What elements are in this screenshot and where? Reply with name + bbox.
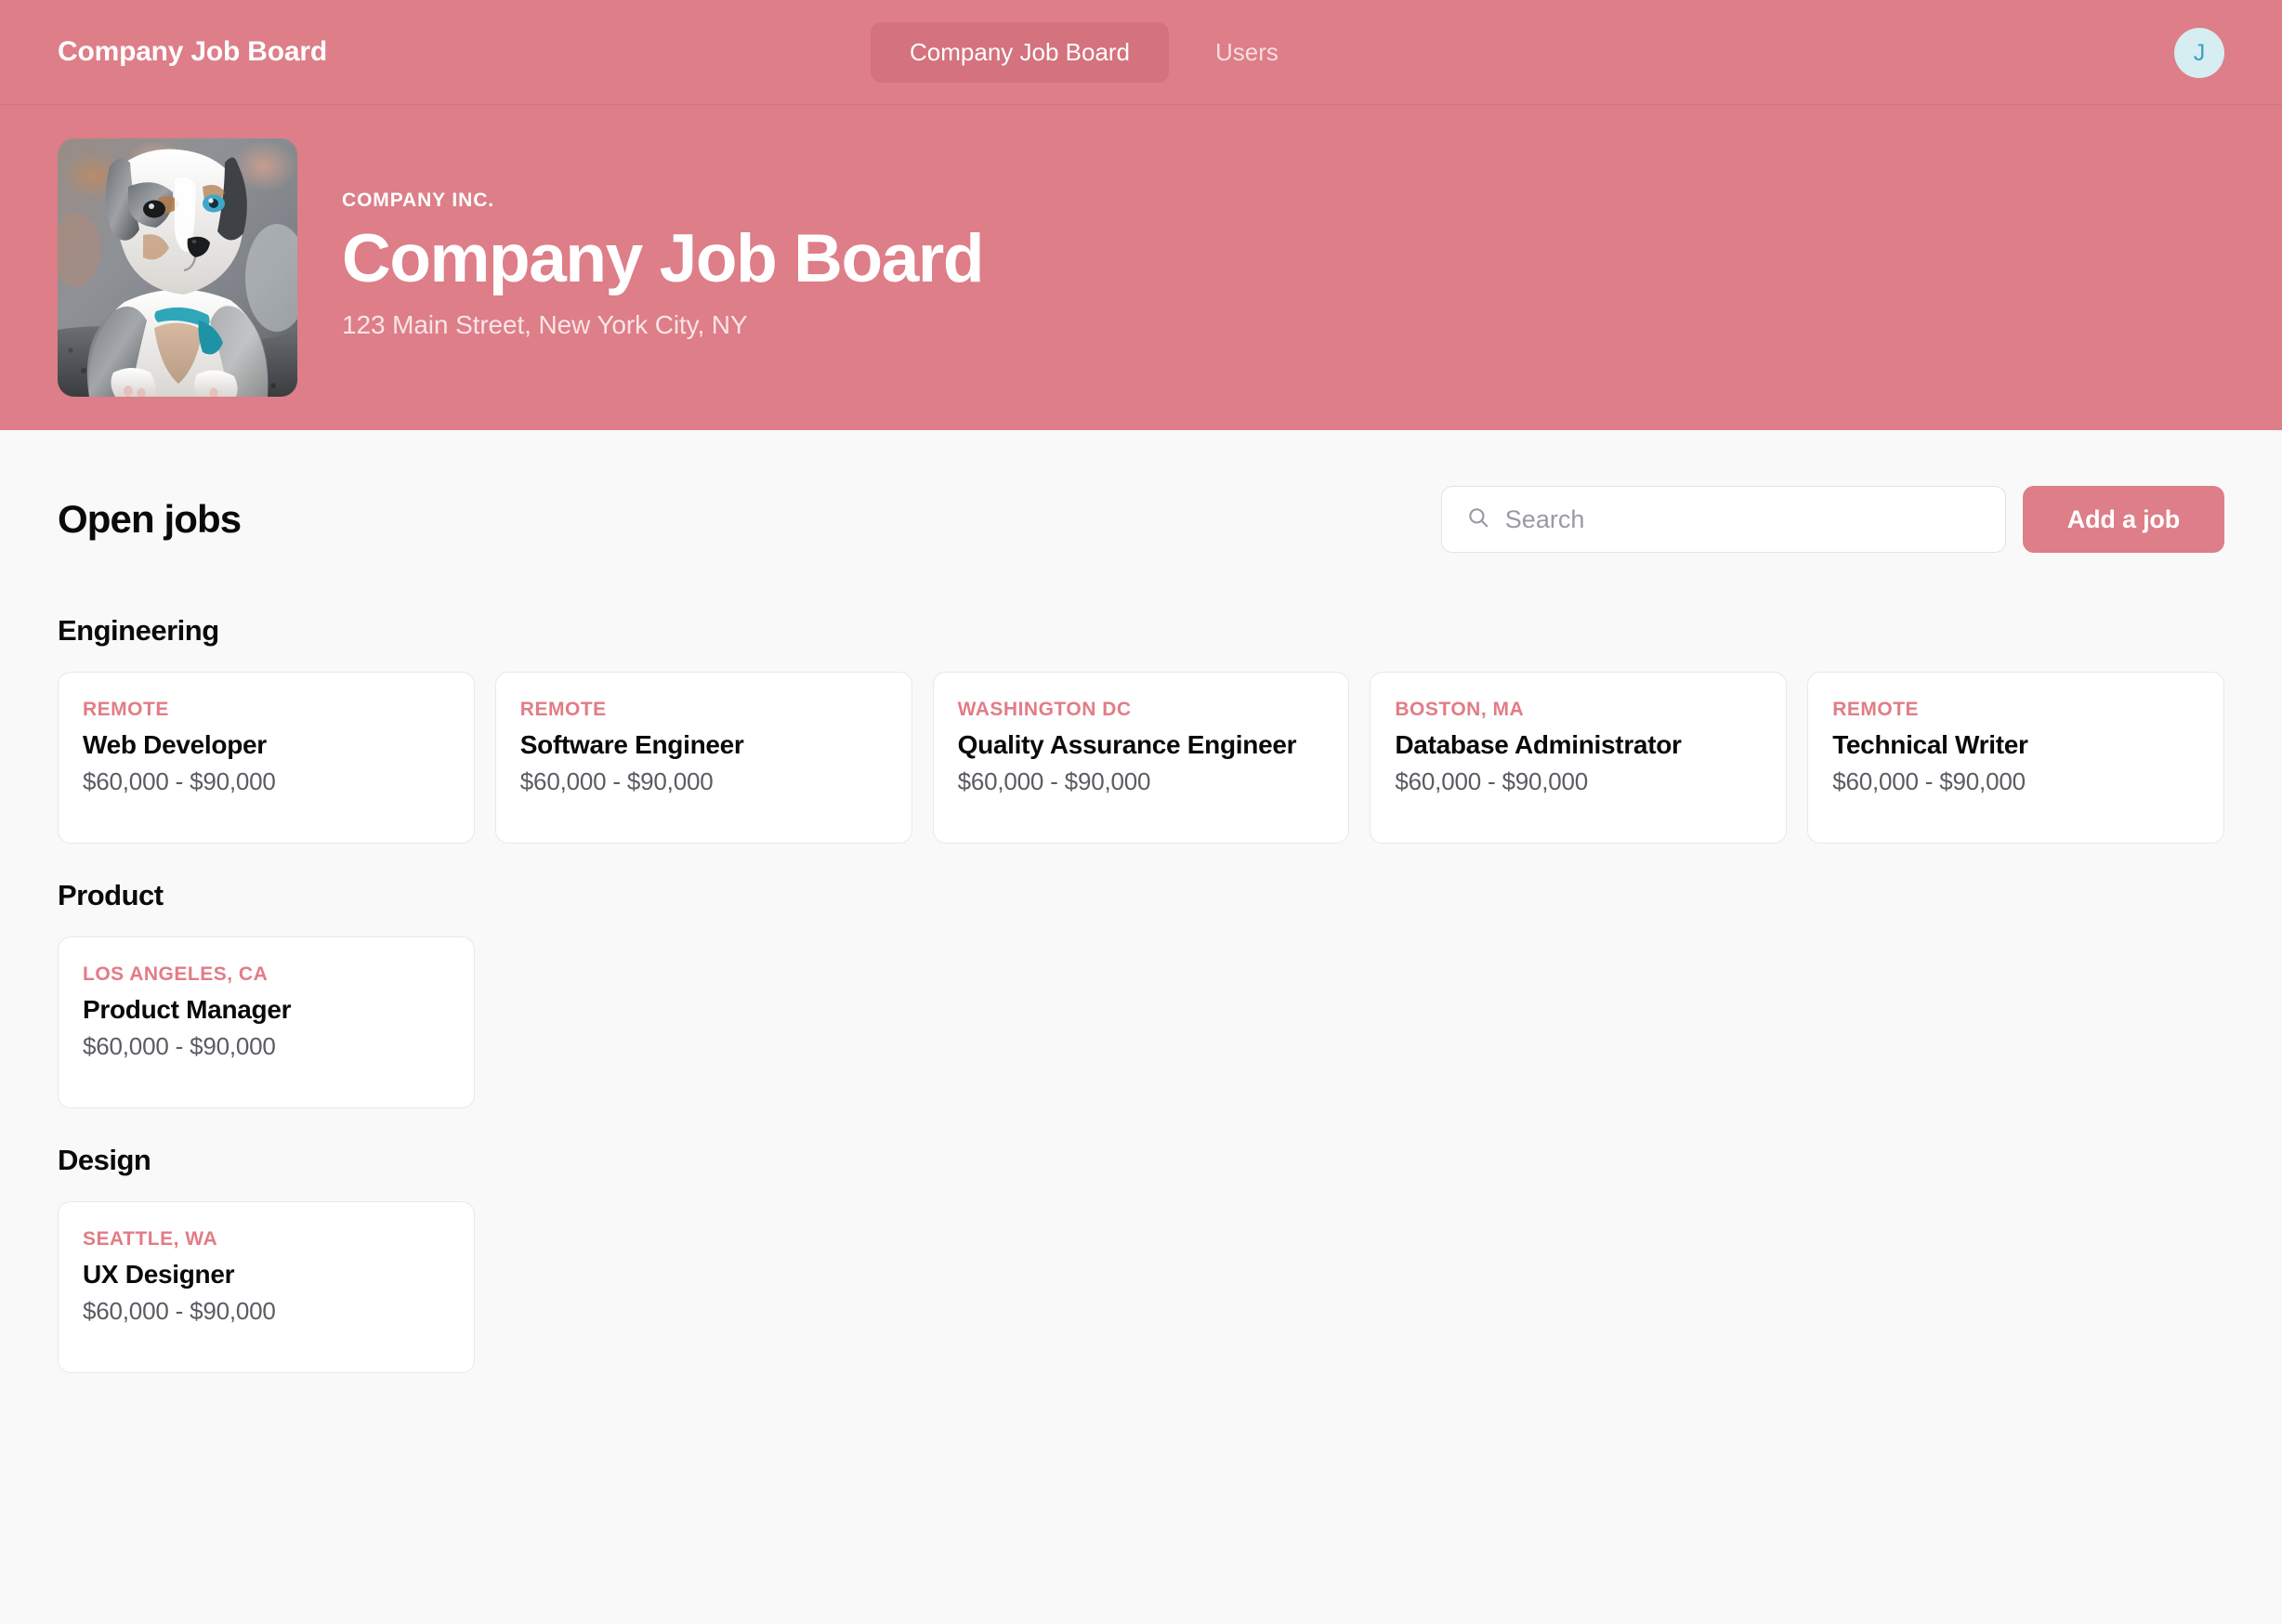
job-card[interactable]: REMOTE Web Developer $60,000 - $90,000 xyxy=(58,672,475,844)
job-location: REMOTE xyxy=(1832,699,1920,720)
job-location: REMOTE xyxy=(519,699,607,720)
hero-banner: COMPANY INC. Company Job Board 123 Main … xyxy=(0,105,2282,430)
search-icon xyxy=(1466,505,1490,534)
page-title: Open jobs xyxy=(58,497,242,541)
job-card[interactable]: SEATTLE, WA UX Designer $60,000 - $90,00… xyxy=(58,1201,475,1373)
avatar-initial: J xyxy=(2193,39,2206,66)
job-card[interactable]: REMOTE Technical Writer $60,000 - $90,00… xyxy=(1807,672,2224,844)
job-title: Quality Assurance Engineer xyxy=(957,730,1297,759)
nav-link-users[interactable]: Users xyxy=(1176,22,1318,83)
search-box[interactable] xyxy=(1440,486,2006,553)
job-location: REMOTE xyxy=(83,699,169,720)
job-salary: $60,000 - $90,000 xyxy=(83,767,276,796)
job-location: SEATTLE, WA xyxy=(83,1228,218,1250)
job-salary: $60,000 - $90,000 xyxy=(83,1032,276,1061)
add-a-job-button[interactable]: Add a job xyxy=(2022,486,2224,553)
brand-title: Company Job Board xyxy=(58,36,327,67)
hero-eyebrow: COMPANY INC. xyxy=(342,190,495,212)
puppy-photo-illustration xyxy=(58,138,297,397)
job-salary: $60,000 - $90,000 xyxy=(83,1297,276,1326)
job-title: Technical Writer xyxy=(1832,730,2028,759)
job-location: LOS ANGELES, CA xyxy=(83,963,269,985)
section-engineering: Engineering REMOTE Web Developer $60,000… xyxy=(58,614,2224,844)
job-title: Software Engineer xyxy=(519,730,744,759)
search-input[interactable] xyxy=(1504,504,1981,534)
job-title: Database Administrator xyxy=(1395,730,1682,759)
jobs-header-controls: Add a job xyxy=(1440,486,2224,553)
hero-title: Company Job Board xyxy=(342,221,984,297)
job-title: UX Designer xyxy=(83,1260,235,1289)
job-salary: $60,000 - $90,000 xyxy=(957,767,1151,796)
section-design: Design SEATTLE, WA UX Designer $60,000 -… xyxy=(58,1144,2224,1373)
job-card[interactable]: WASHINGTON DC Quality Assurance Engineer… xyxy=(932,672,1350,844)
job-card[interactable]: REMOTE Software Engineer $60,000 - $90,0… xyxy=(494,672,912,844)
job-salary: $60,000 - $90,000 xyxy=(519,767,714,796)
job-title: Product Manager xyxy=(83,995,292,1024)
section-title-engineering: Engineering xyxy=(58,614,219,647)
job-salary: $60,000 - $90,000 xyxy=(1832,767,2026,796)
section-product: Product LOS ANGELES, CA Product Manager … xyxy=(58,879,2224,1108)
job-card[interactable]: LOS ANGELES, CA Product Manager $60,000 … xyxy=(58,936,475,1108)
job-location: BOSTON, MA xyxy=(1395,699,1525,720)
section-title-design: Design xyxy=(58,1144,151,1176)
main-content: Open jobs Add a job Engineering REMOTE W… xyxy=(0,430,2282,1373)
job-card[interactable]: BOSTON, MA Database Administrator $60,00… xyxy=(1370,672,1788,844)
nav-link-company-job-board[interactable]: Company Job Board xyxy=(871,22,1170,83)
hero-address: 123 Main Street, New York City, NY xyxy=(342,309,748,339)
job-card-grid-design: SEATTLE, WA UX Designer $60,000 - $90,00… xyxy=(58,1201,2224,1373)
job-card-grid-engineering: REMOTE Web Developer $60,000 - $90,000 R… xyxy=(58,672,2224,844)
avatar[interactable]: J xyxy=(2174,28,2224,78)
section-title-product: Product xyxy=(58,879,164,911)
job-location: WASHINGTON DC xyxy=(957,699,1132,720)
job-salary: $60,000 - $90,000 xyxy=(1395,767,1589,796)
job-card-grid-product: LOS ANGELES, CA Product Manager $60,000 … xyxy=(58,936,2224,1108)
jobs-header: Open jobs Add a job xyxy=(58,430,2224,579)
hero-text-block: COMPANY INC. Company Job Board 123 Main … xyxy=(342,190,984,346)
job-title: Web Developer xyxy=(83,730,267,759)
company-photo xyxy=(58,138,297,397)
nav-links: Company Job Board Users xyxy=(871,0,1318,105)
top-navbar: Company Job Board Company Job Board User… xyxy=(0,0,2282,105)
